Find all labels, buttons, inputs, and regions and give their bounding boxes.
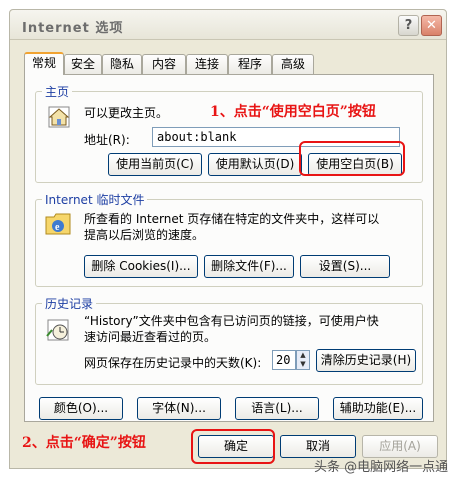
history-group: 历史记录 “History”文件夹中包含有已访问页的链接，可使用户快 速访问最近… bbox=[35, 295, 423, 385]
history-group-label: 历史记录 bbox=[42, 295, 97, 312]
tab-general[interactable]: 常规 bbox=[24, 52, 64, 75]
svg-text:e: e bbox=[55, 222, 60, 233]
window-title: Internet 选项 bbox=[22, 21, 124, 36]
house-icon bbox=[48, 106, 70, 128]
languages-button[interactable]: 语言(L)... bbox=[235, 397, 319, 420]
ok-button-highlight bbox=[191, 429, 275, 464]
cancel-button[interactable]: 取消 bbox=[280, 435, 356, 458]
help-button[interactable]: ? bbox=[398, 15, 419, 36]
use-default-button[interactable]: 使用默认页(D) bbox=[208, 153, 302, 176]
history-description-line2: 速访问最近查看过的页。 bbox=[84, 330, 217, 344]
use-current-button[interactable]: 使用当前页(C) bbox=[108, 153, 202, 176]
spinner-up-icon[interactable]: ▲ bbox=[297, 351, 309, 360]
home-group-label: 主页 bbox=[42, 83, 73, 100]
settings-button[interactable]: 设置(S)... bbox=[300, 255, 390, 278]
history-days-spinner[interactable]: ▲ ▼ bbox=[296, 350, 310, 370]
delete-cookies-button[interactable]: 删除 Cookies(I)... bbox=[84, 255, 198, 278]
tab-connections[interactable]: 连接 bbox=[186, 54, 228, 74]
history-description-line1: “History”文件夹中包含有已访问页的链接，可使用户快 bbox=[84, 314, 379, 328]
close-button[interactable]: ✕ bbox=[421, 15, 442, 36]
history-days-input[interactable]: 20 bbox=[272, 350, 296, 370]
delete-files-button[interactable]: 删除文件(F)... bbox=[204, 255, 294, 278]
temp-group-label: Internet 临时文件 bbox=[42, 191, 148, 208]
history-days-label: 网页保存在历史记录中的天数(K): bbox=[84, 356, 262, 370]
home-description: 可以更改主页。 bbox=[84, 106, 169, 120]
temp-description-line2: 提高以后浏览的速度。 bbox=[84, 228, 205, 242]
tab-privacy[interactable]: 隐私 bbox=[102, 54, 142, 74]
spinner-down-icon[interactable]: ▼ bbox=[297, 360, 309, 369]
title-bar: Internet 选项 ? ✕ bbox=[10, 10, 446, 40]
apply-button[interactable]: 应用(A) bbox=[362, 435, 438, 458]
step2-annotation: 2、点击“确定”按钮 bbox=[22, 435, 146, 451]
colors-button[interactable]: 颜色(O)... bbox=[39, 397, 123, 420]
temp-files-group: Internet 临时文件 e 所查看的 Internet 页存储在特定的文件夹… bbox=[35, 191, 423, 287]
address-label: 地址(R): bbox=[84, 133, 130, 147]
blank-button-highlight bbox=[299, 141, 405, 176]
step1-annotation: 1、点击“使用空白页”按钮 bbox=[210, 104, 376, 120]
ie-folder-icon: e bbox=[45, 213, 71, 235]
clear-history-button[interactable]: 清除历史记录(H) bbox=[316, 349, 416, 372]
tab-security[interactable]: 安全 bbox=[64, 54, 102, 74]
fonts-button[interactable]: 字体(N)... bbox=[137, 397, 221, 420]
temp-description-line1: 所查看的 Internet 页存储在特定的文件夹中，这样可以 bbox=[84, 212, 380, 226]
tab-advanced[interactable]: 高级 bbox=[272, 54, 314, 74]
general-panel: 主页 可以更改主页。 地址(R): about:blank 使用当前页(C) 使… bbox=[24, 74, 434, 422]
tab-programs[interactable]: 程序 bbox=[228, 54, 272, 74]
watermark: 头条 @电脑网络一点通 bbox=[314, 460, 449, 475]
history-clock-icon bbox=[46, 319, 69, 341]
tab-content[interactable]: 内容 bbox=[142, 54, 186, 74]
accessibility-button[interactable]: 辅助功能(E)... bbox=[333, 397, 423, 420]
internet-options-window: Internet 选项 ? ✕ 常规 安全 隐私 内容 连接 程序 高级 主页 … bbox=[9, 9, 447, 469]
